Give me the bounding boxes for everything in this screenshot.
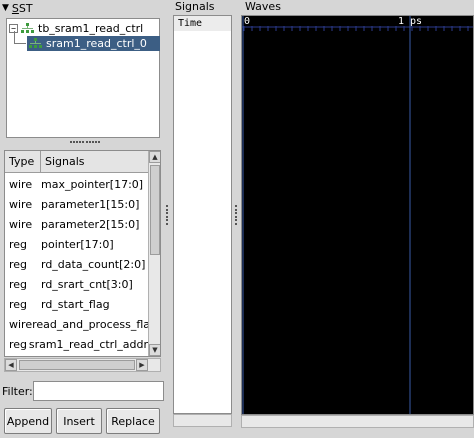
signal-name: read_and_process_fla (32, 317, 151, 331)
signals-list-header: Type Signals (5, 151, 148, 173)
signals-horizontal-scrollbar[interactable] (173, 414, 232, 427)
signal-name: rd_srart_cnt[3:0] (41, 277, 133, 291)
column-header-signals[interactable]: Signals (41, 151, 148, 172)
collapse-arrow-icon[interactable]: ▼ (2, 3, 9, 13)
table-row[interactable]: reg rd_start_flag (5, 294, 148, 314)
signal-name: pointer[17:0] (41, 237, 114, 251)
table-row[interactable]: wire parameter2[15:0] (5, 214, 148, 234)
table-row[interactable]: reg sram1_read_ctrl_addr (5, 334, 148, 354)
table-row[interactable]: wire read_and_process_fla (5, 314, 151, 334)
signal-name: parameter2[15:0] (41, 217, 140, 231)
waves-grid (242, 16, 473, 414)
pane-resize-handle[interactable] (235, 205, 238, 225)
signal-type: wire (9, 217, 33, 231)
signal-type: reg (9, 277, 28, 291)
signal-type: reg (9, 337, 28, 351)
tree-item-label: tb_sram1_read_ctrl (38, 22, 144, 35)
hierarchy-icon (21, 23, 35, 34)
table-row[interactable]: reg rd_data_count[2:0] (5, 254, 148, 274)
signal-type: reg (9, 257, 28, 271)
time-start-label: 0 (244, 16, 251, 27)
horizontal-scrollbar[interactable]: ◀ ▶ (4, 358, 161, 372)
scroll-down-icon[interactable]: ▼ (149, 344, 160, 356)
signal-name: max_pointer[17:0] (41, 177, 144, 191)
tree-connector (14, 31, 15, 43)
hierarchy-icon (29, 38, 43, 49)
tree-item-label: sram1_read_ctrl_0 (46, 37, 147, 50)
signal-type: reg (9, 297, 28, 311)
table-row[interactable]: reg pointer[17:0] (5, 234, 148, 254)
signal-type: wire (9, 197, 33, 211)
pane-resize-handle[interactable] (70, 141, 100, 146)
sst-title: SST (11, 1, 33, 15)
signals-list[interactable]: Type Signals wire max_pointer[17:0] wire pa… (4, 150, 161, 357)
signal-name: parameter1[15:0] (41, 197, 140, 211)
signal-type: wire (9, 317, 33, 331)
scrollbar-thumb[interactable] (19, 360, 135, 370)
scroll-up-icon[interactable]: ▲ (149, 151, 160, 163)
pane-resize-handle[interactable] (166, 205, 169, 225)
table-row[interactable]: wire parameter1[15:0] (5, 194, 148, 214)
hierarchy-tree[interactable]: − tb_sram1_read_ctrl sram1_read_ctrl_0 (6, 18, 160, 138)
signal-name: rd_start_flag (41, 297, 110, 311)
signals-pane[interactable]: Time (173, 15, 232, 414)
table-row[interactable]: wire max_pointer[17:0] (5, 174, 148, 194)
filter-label: Filter: (2, 385, 33, 398)
time-row-label: Time (174, 16, 231, 31)
scroll-left-icon[interactable]: ◀ (5, 359, 17, 371)
time-marker-label: 1 ps (398, 16, 423, 27)
waves-canvas[interactable]: 0 1 ps (241, 15, 474, 415)
waves-horizontal-scrollbar[interactable] (241, 415, 474, 428)
signal-type: wire (9, 177, 33, 191)
append-button[interactable]: Append (4, 408, 52, 434)
replace-button[interactable]: Replace (106, 408, 160, 434)
signal-type: reg (9, 237, 28, 251)
table-row[interactable]: reg rd_srart_cnt[3:0] (5, 274, 148, 294)
waves-pane-title: Waves (245, 0, 281, 13)
table-row[interactable] (5, 354, 148, 356)
filter-input[interactable] (33, 381, 164, 401)
column-header-type[interactable]: Type (5, 151, 41, 172)
signals-pane-title: Signals (175, 0, 215, 13)
insert-button[interactable]: Insert (56, 408, 102, 434)
tree-item-sram1-read-ctrl-0[interactable]: sram1_read_ctrl_0 (27, 36, 160, 51)
tree-connector (14, 43, 26, 44)
vertical-scrollbar[interactable]: ▲ ▼ (148, 151, 160, 356)
tree-item-tb-sram1-read-ctrl[interactable]: − tb_sram1_read_ctrl (9, 21, 143, 36)
scrollbar-thumb[interactable] (150, 165, 160, 255)
scroll-right-icon[interactable]: ▶ (136, 359, 148, 371)
signal-name: rd_data_count[2:0] (41, 257, 146, 271)
sst-header[interactable]: ▼ SST (2, 0, 33, 16)
action-buttons: Append Insert Replace (4, 408, 164, 436)
signal-name: sram1_read_ctrl_addr (28, 337, 148, 351)
